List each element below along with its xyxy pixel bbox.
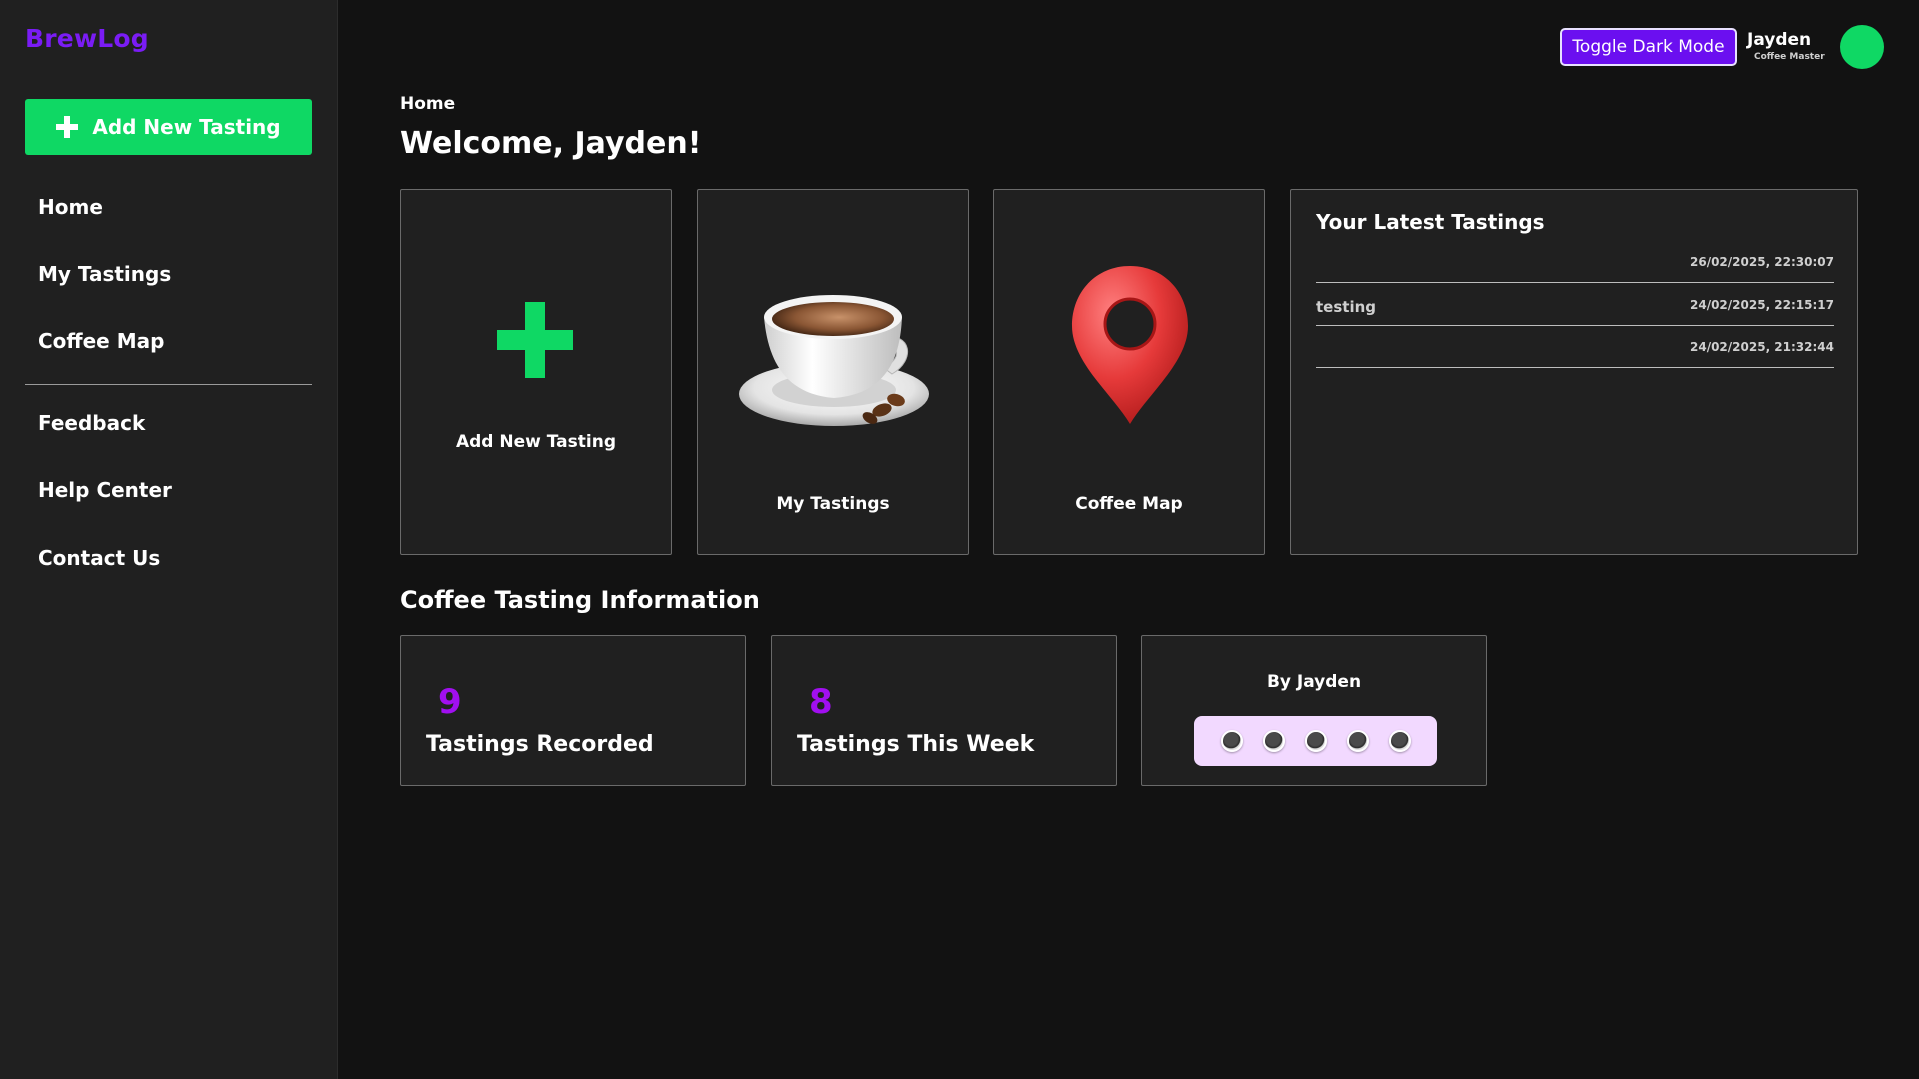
app-logo[interactable]: BrewLog — [25, 24, 149, 53]
sidebar-item-help-center[interactable]: Help Center — [38, 478, 172, 502]
rating-dot[interactable] — [1220, 730, 1243, 752]
rating-card: By Jayden — [1141, 635, 1487, 786]
plus-icon — [497, 302, 573, 378]
latest-tasting-name: testing — [1316, 298, 1376, 316]
latest-tasting-row[interactable]: 24/02/2025, 21:32:44 — [1316, 326, 1834, 368]
latest-tasting-date: 24/02/2025, 21:32:44 — [1690, 340, 1834, 354]
coffee-map-card[interactable]: Coffee Map — [993, 189, 1265, 555]
my-tastings-card[interactable]: My Tastings — [697, 189, 969, 555]
sidebar-item-contact-us[interactable]: Contact Us — [38, 546, 160, 570]
tastings-this-week-count: 8 — [809, 682, 833, 722]
latest-tastings-panel: Your Latest Tastings 26/02/2025, 22:30:0… — [1290, 189, 1858, 555]
user-role: Coffee Master — [1754, 52, 1825, 62]
rating-dot[interactable] — [1388, 730, 1411, 752]
add-new-tasting-label: Add New Tasting — [92, 115, 281, 139]
latest-tasting-row[interactable]: 26/02/2025, 22:30:07 — [1316, 241, 1834, 283]
tastings-recorded-card: 9 Tastings Recorded — [400, 635, 746, 786]
tastings-recorded-label: Tastings Recorded — [426, 732, 654, 757]
rating-dot[interactable] — [1262, 730, 1285, 752]
user-name: Jayden — [1747, 30, 1812, 50]
tastings-recorded-count: 9 — [438, 682, 462, 722]
sidebar-divider — [25, 384, 312, 385]
coffee-cup-icon — [739, 295, 929, 426]
rating-widget[interactable] — [1194, 716, 1437, 766]
tastings-this-week-card: 8 Tastings This Week — [771, 635, 1117, 786]
map-pin-icon — [1072, 266, 1188, 424]
byline: By Jayden — [1266, 672, 1362, 692]
section-title: Coffee Tasting Information — [400, 586, 760, 614]
latest-tasting-date: 24/02/2025, 22:15:17 — [1690, 298, 1834, 312]
latest-tasting-date: 26/02/2025, 22:30:07 — [1690, 255, 1834, 269]
tastings-this-week-label: Tastings This Week — [797, 732, 1035, 757]
sidebar-item-coffee-map[interactable]: Coffee Map — [38, 329, 164, 353]
sidebar-item-feedback[interactable]: Feedback — [38, 411, 145, 435]
my-tastings-card-label: My Tastings — [776, 494, 890, 514]
add-new-tasting-card-label: Add New Tasting — [455, 432, 616, 452]
latest-tastings-title: Your Latest Tastings — [1316, 210, 1545, 234]
sidebar: BrewLog Add New Tasting Home My Tastings… — [0, 0, 338, 1079]
coffee-map-card-label: Coffee Map — [1075, 494, 1183, 514]
toggle-dark-mode-button[interactable]: Toggle Dark Mode — [1560, 28, 1737, 66]
add-new-tasting-card[interactable]: Add New Tasting — [400, 189, 672, 555]
page-title: Welcome, Jayden! — [400, 126, 702, 161]
breadcrumb[interactable]: Home — [400, 94, 455, 114]
add-new-tasting-button[interactable]: Add New Tasting — [25, 99, 312, 155]
latest-tasting-row[interactable]: testing 24/02/2025, 22:15:17 — [1316, 284, 1834, 326]
avatar[interactable] — [1840, 25, 1884, 69]
sidebar-item-home[interactable]: Home — [38, 195, 103, 219]
sidebar-item-my-tastings[interactable]: My Tastings — [38, 262, 171, 286]
rating-dot[interactable] — [1304, 730, 1327, 752]
plus-icon — [56, 116, 79, 138]
rating-dot[interactable] — [1346, 730, 1369, 752]
